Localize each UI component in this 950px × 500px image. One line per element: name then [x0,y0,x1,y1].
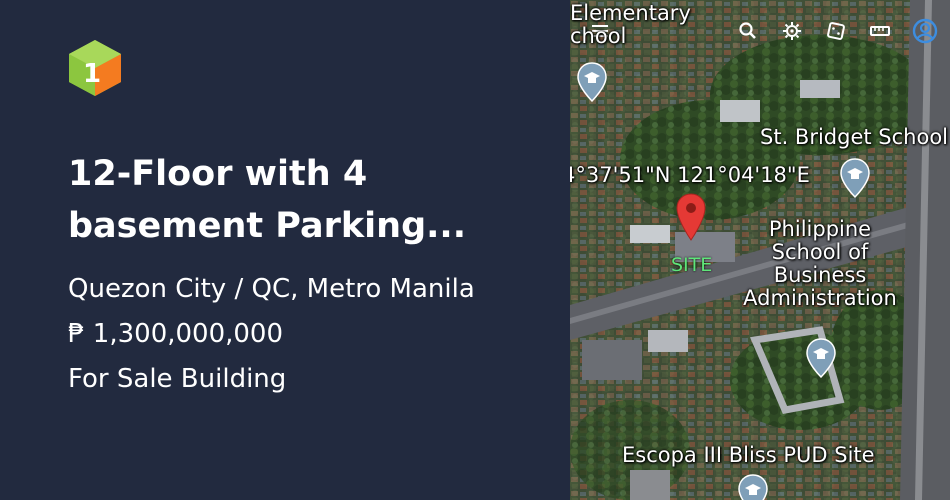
svg-text:1: 1 [83,59,101,89]
map-label-text: Philippine [768,217,872,241]
site-label: SITE [671,254,713,276]
map-label-text: Administration [743,286,897,311]
school-pin-icon[interactable] [577,62,607,102]
location-pin-icon[interactable] [676,193,706,241]
map-coordinates: 4°37'51"N 121°04'18"E [570,163,810,187]
listing-type: For Sale Building [68,364,287,394]
brand-logo-icon[interactable]: 1 [67,38,123,98]
listing-info-panel: 1 12-Floor with 4 basement Parking... Qu… [0,0,570,500]
search-icon[interactable] [737,20,759,42]
school-pin-icon[interactable] [738,474,768,500]
satellite-map[interactable]: Elementary chool St. Bridget School 4°37… [570,0,950,500]
map-label-text: Business [773,263,867,288]
map-label-psba: Philippine School of Business Administra… [738,217,902,311]
listing-price: ₱ 1,300,000,000 [68,319,284,349]
dice-icon[interactable] [825,20,847,42]
map-label-text: chool [570,24,627,49]
settings-icon[interactable] [781,20,803,42]
listing-location: Quezon City / QC, Metro Manila [68,274,475,304]
ruler-icon[interactable] [869,20,891,42]
map-label-elementary: Elementary chool [570,1,691,49]
school-pin-icon[interactable] [806,338,836,378]
account-icon[interactable] [912,18,938,44]
map-label-text: Elementary [570,1,691,25]
listing-title-line: 12-Floor with 4 [68,154,368,194]
listing-title[interactable]: 12-Floor with 4 basement Parking... [68,148,538,252]
map-label-text: School of [771,240,869,265]
map-label-escopa: Escopa III Bliss PUD Site [622,443,875,467]
listing-title-line: basement Parking... [68,206,467,246]
map-label-st-bridget: St. Bridget School [760,125,948,149]
school-pin-icon[interactable] [840,158,870,198]
